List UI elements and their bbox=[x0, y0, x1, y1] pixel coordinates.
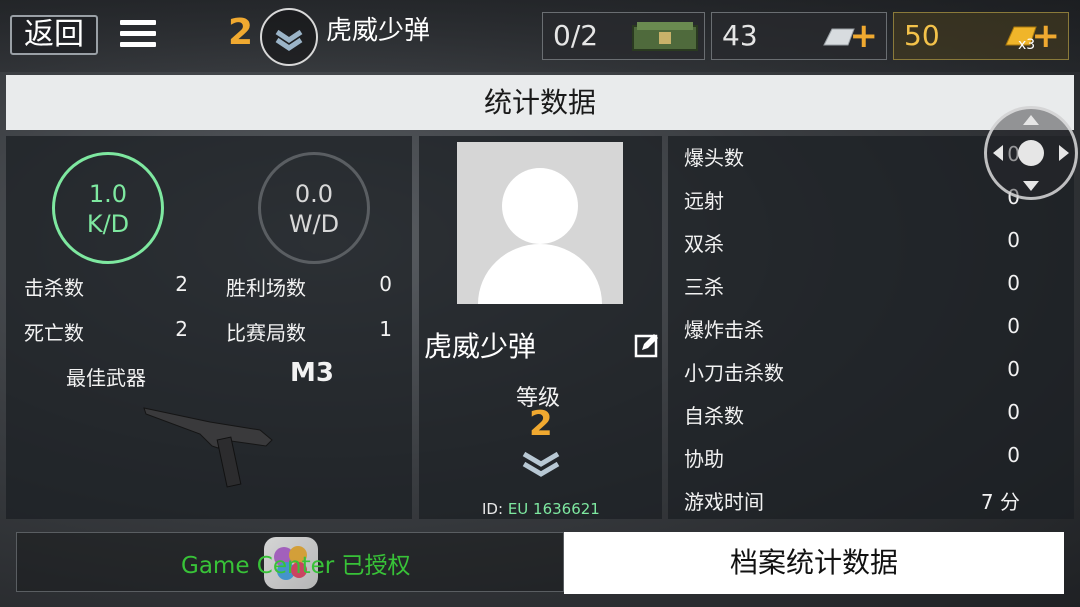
matches-label: 比赛局数 bbox=[226, 321, 306, 345]
kd-ring: 1.0 K/D bbox=[52, 152, 164, 264]
stat-value: 0 bbox=[1007, 443, 1020, 467]
stat-value: 0 bbox=[1007, 314, 1020, 338]
stat-label: 双杀 bbox=[684, 232, 724, 256]
level-value: 2 bbox=[529, 404, 553, 444]
player-name-header: 虎威少弹 bbox=[326, 16, 431, 46]
wd-ring: 0.0 W/D bbox=[258, 152, 370, 264]
wins-label: 胜利场数 bbox=[226, 276, 306, 300]
stat-label: 远射 bbox=[684, 189, 724, 213]
kills-value: 2 bbox=[175, 272, 188, 296]
crates-counter[interactable]: 0/2 bbox=[542, 12, 705, 60]
gold-value: 50 bbox=[904, 19, 940, 52]
matches-value: 1 bbox=[379, 317, 392, 341]
best-weapon-name: M3 bbox=[290, 358, 334, 388]
avatar[interactable] bbox=[457, 142, 623, 304]
stat-label: 游戏时间 bbox=[684, 490, 764, 514]
ammo-crate-icon bbox=[632, 22, 698, 51]
menu-icon[interactable] bbox=[120, 20, 156, 52]
stat-value: 0 bbox=[1007, 271, 1020, 295]
id-prefix: ID: bbox=[482, 500, 504, 518]
stat-value: 0 bbox=[1007, 228, 1020, 252]
wd-value: 0.0 bbox=[294, 180, 334, 208]
add-gold-icon[interactable]: + bbox=[1032, 19, 1061, 53]
kd-label: K/D bbox=[86, 210, 130, 238]
stat-label: 爆头数 bbox=[684, 146, 744, 170]
add-silver-icon[interactable]: + bbox=[850, 19, 879, 53]
edit-name-icon[interactable] bbox=[634, 332, 660, 358]
stat-value: 0 bbox=[1007, 400, 1020, 424]
deaths-value: 2 bbox=[175, 317, 188, 341]
stat-label: 爆炸击杀 bbox=[684, 318, 764, 342]
game-center-label: Game Center 已授权 bbox=[181, 553, 411, 579]
best-weapon-label: 最佳武器 bbox=[66, 366, 146, 390]
stat-label: 三杀 bbox=[684, 275, 724, 299]
kills-label: 击杀数 bbox=[24, 276, 84, 300]
crates-value: 0/2 bbox=[553, 19, 599, 52]
silver-value: 43 bbox=[722, 19, 758, 52]
id-value: EU 1636621 bbox=[507, 500, 600, 518]
stat-value: 0 bbox=[1007, 357, 1020, 381]
deaths-label: 死亡数 bbox=[24, 321, 84, 345]
rank-chevron-icon bbox=[260, 8, 318, 66]
gold-counter[interactable]: 50 x3 + bbox=[893, 12, 1069, 60]
stat-value: 7 分 bbox=[980, 490, 1020, 514]
profile-player-name: 虎威少弹 bbox=[424, 330, 537, 363]
page-title: 统计数据 bbox=[6, 75, 1074, 130]
silver-counter[interactable]: 43 + bbox=[711, 12, 887, 60]
level-chevron-icon bbox=[522, 451, 560, 477]
avatar-placeholder-icon bbox=[478, 168, 602, 304]
stat-label: 小刀击杀数 bbox=[684, 361, 784, 385]
stat-label: 协助 bbox=[684, 447, 724, 471]
dpad-control[interactable] bbox=[984, 106, 1078, 200]
wins-value: 0 bbox=[379, 272, 392, 296]
back-button[interactable]: 返回 bbox=[10, 15, 98, 55]
kd-value: 1.0 bbox=[88, 180, 128, 208]
player-id: ID: EU 1636621 bbox=[482, 500, 600, 518]
profile-stats-button[interactable]: 档案统计数据 bbox=[564, 532, 1064, 594]
dpad-icon bbox=[993, 115, 1069, 191]
rank-number: 2 bbox=[228, 12, 254, 53]
wd-label: W/D bbox=[288, 210, 340, 238]
stat-label: 自杀数 bbox=[684, 404, 744, 428]
weapon-icon bbox=[143, 407, 273, 488]
